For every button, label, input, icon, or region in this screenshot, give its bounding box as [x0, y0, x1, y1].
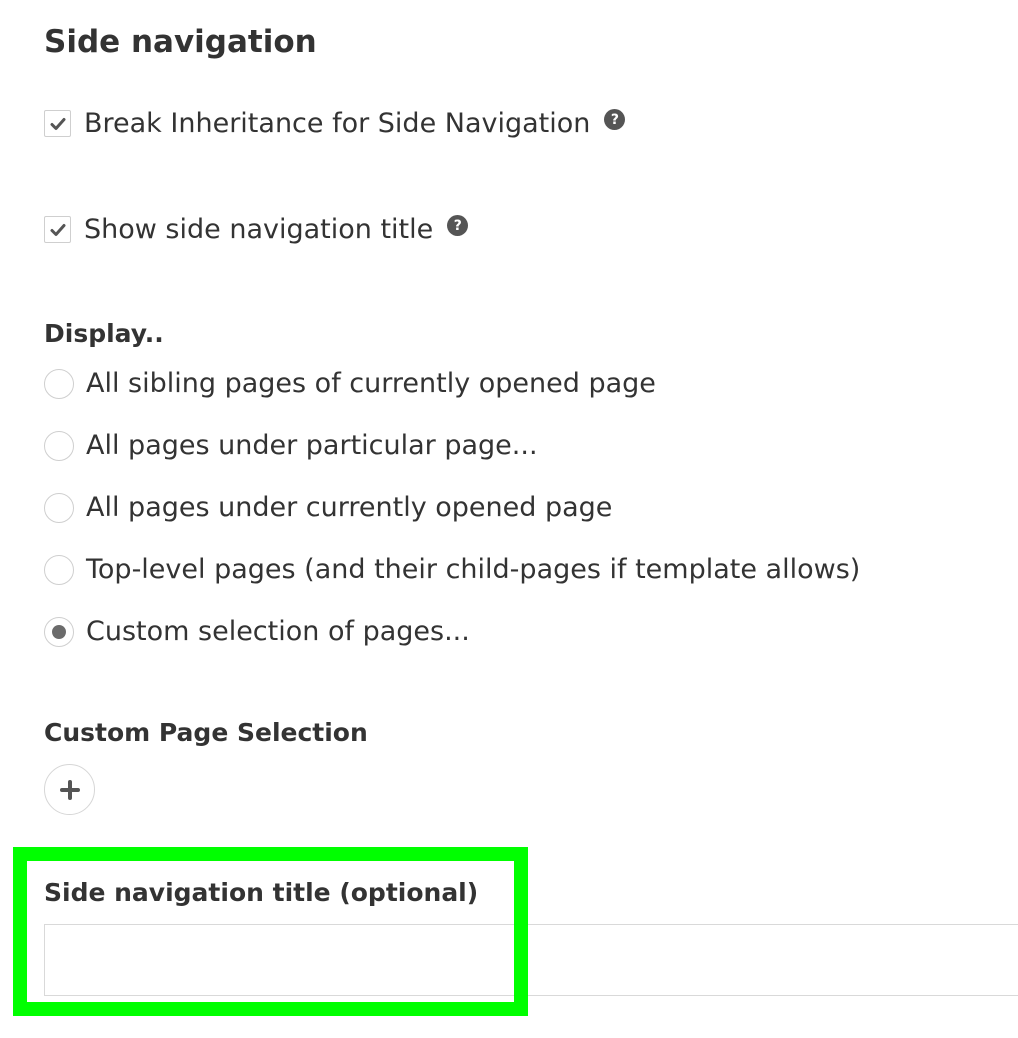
radio-option-custom-selection[interactable]: Custom selection of pages... [44, 616, 470, 647]
add-page-button[interactable] [44, 764, 95, 815]
radio-option-top-level-pages[interactable]: Top-level pages (and their child-pages i… [44, 554, 860, 585]
display-label: Display.. [44, 319, 164, 348]
question-circle-icon[interactable]: ? [447, 215, 469, 236]
break-inheritance-checkbox[interactable] [44, 110, 71, 137]
side-nav-title-input[interactable] [44, 924, 1018, 996]
radio-selected-dot [52, 624, 66, 639]
radio-button[interactable] [44, 368, 74, 399]
custom-page-selection-label: Custom Page Selection [44, 718, 368, 747]
radio-button[interactable] [44, 492, 74, 523]
show-nav-title-label: Show side navigation title [84, 214, 434, 245]
radio-option-particular-page[interactable]: All pages under particular page... [44, 430, 538, 461]
page-title: Side navigation [44, 24, 317, 60]
break-inheritance-label: Break Inheritance for Side Navigation [84, 108, 591, 139]
checkmark-icon [50, 117, 65, 130]
radio-label: All sibling pages of currently opened pa… [86, 368, 656, 399]
radio-label: Custom selection of pages... [86, 616, 470, 647]
radio-label: Top-level pages (and their child-pages i… [86, 554, 861, 585]
radio-button-selected[interactable] [44, 616, 74, 647]
radio-label: All pages under particular page... [86, 430, 538, 461]
radio-label: All pages under currently opened page [86, 492, 613, 523]
break-inheritance-option[interactable]: Break Inheritance for Side Navigation ? [44, 108, 626, 139]
radio-option-sibling-pages[interactable]: All sibling pages of currently opened pa… [44, 368, 656, 399]
checkmark-icon [50, 223, 65, 236]
radio-button[interactable] [44, 554, 74, 585]
radio-button[interactable] [44, 430, 74, 461]
radio-option-current-page-children[interactable]: All pages under currently opened page [44, 492, 612, 523]
show-nav-title-checkbox[interactable] [44, 216, 71, 243]
plus-icon [59, 779, 80, 800]
show-nav-title-option[interactable]: Show side navigation title ? [44, 214, 469, 245]
side-nav-title-label: Side navigation title (optional) [44, 878, 479, 907]
question-circle-icon[interactable]: ? [604, 109, 626, 130]
